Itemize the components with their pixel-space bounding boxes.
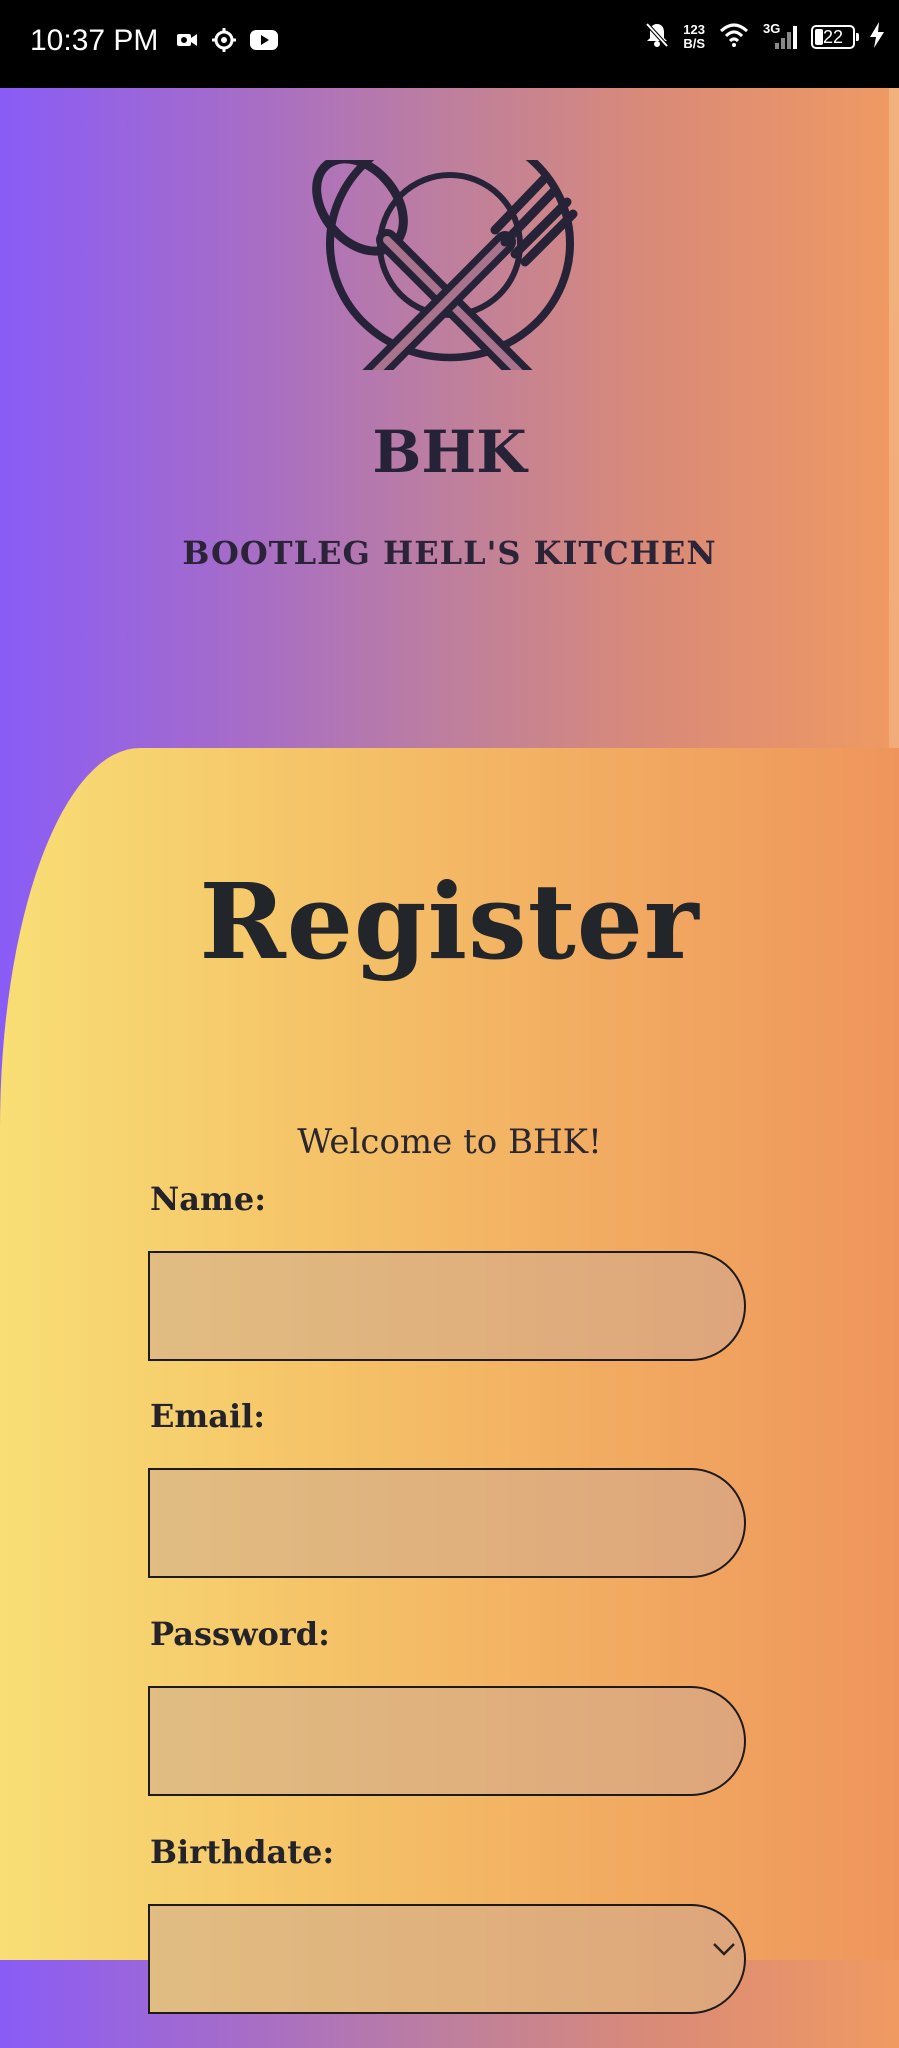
signal-icon: 3G [763,21,797,51]
status-bar: 10:37 PM 123 B/S 3G 22 [0,0,899,88]
birthdate-label: Birthdate: [150,1833,335,1871]
welcome-text: Welcome to BHK! [297,1122,602,1162]
battery-icon: 22 [811,25,859,49]
mute-bell-icon [645,22,669,52]
status-left-icons [176,28,278,56]
email-field[interactable] [148,1468,746,1578]
brand-name: BOOTLEG HELL'S KITCHEN [182,534,717,572]
name-field[interactable] [148,1251,746,1361]
charging-bolt-icon [869,22,885,52]
settings-gear-icon [212,28,236,56]
status-time: 10:37 PM [30,24,159,57]
battery-level: 22 [822,26,844,47]
password-label: Password: [150,1615,330,1653]
net-speed: 123 B/S [683,23,705,51]
wifi-icon [719,23,749,51]
video-camera-icon [176,32,198,52]
birthdate-select[interactable] [148,1904,746,2014]
net-speed-unit: B/S [683,36,705,51]
battery-fill [815,29,823,45]
spoon-fork-plate-icon [312,160,578,370]
chevron-down-icon[interactable] [712,1942,736,1956]
logo-text: BHK [372,418,527,486]
page-title: Register [199,860,700,983]
name-label: Name: [150,1180,267,1218]
status-right-icons: 123 B/S 3G 22 [645,21,885,52]
youtube-icon [250,30,278,54]
email-label: Email: [150,1397,266,1435]
password-field[interactable] [148,1686,746,1796]
net-speed-value: 123 [683,22,705,37]
